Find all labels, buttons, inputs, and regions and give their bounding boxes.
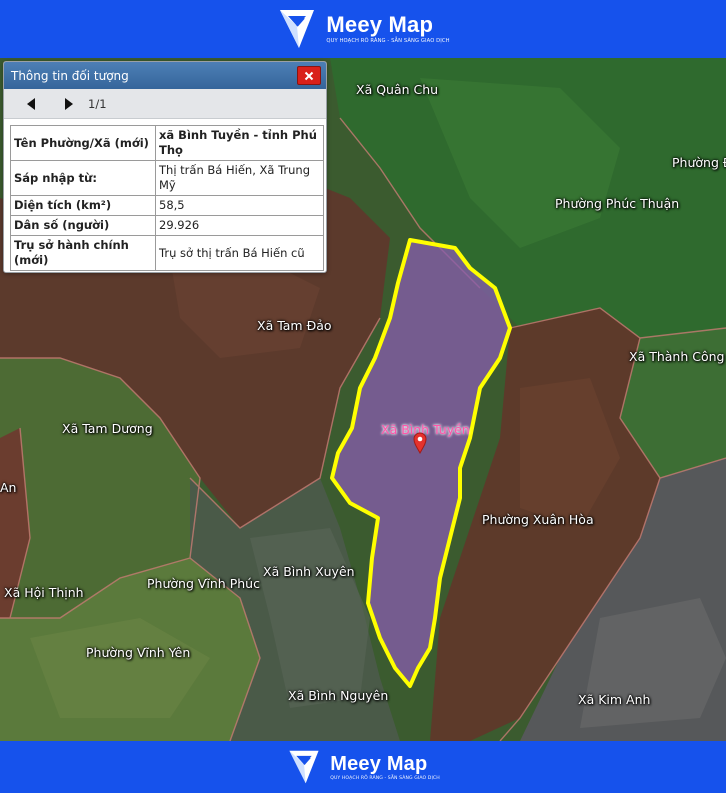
table-row: Diện tích (km²) 58,5 [10, 195, 324, 216]
brand-name: Meey Map [326, 12, 434, 37]
close-icon [304, 71, 314, 80]
brand-logo: Meey Map QUY HOẠCH RÕ RÀNG - SẴN SÀNG GI… [286, 747, 440, 787]
meey-map-logo-icon [289, 750, 319, 784]
table-row: Sáp nhập từ: Thị trấn Bá Hiến, Xã Trung … [10, 160, 324, 196]
map-label: Xã Tam Đảo [257, 318, 332, 333]
map-label: Xã Thành Công [629, 349, 725, 364]
map-label: Phường Vĩnh Phúc [147, 576, 260, 591]
attribute-value: 29.926 [155, 215, 324, 236]
previous-button[interactable] [18, 93, 44, 115]
brand-tagline: QUY HOẠCH RÕ RÀNG - SẴN SÀNG GIAO DỊCH [330, 775, 440, 781]
table-row: Tên Phường/Xã (mới) xã Bình Tuyền - tỉnh… [10, 125, 324, 161]
attribute-key: Dân số (người) [10, 215, 156, 236]
panel-title: Thông tin đối tượng [11, 68, 129, 83]
map-label: Xã Bình Nguyên [288, 688, 389, 703]
close-button[interactable] [297, 66, 321, 85]
next-button[interactable] [56, 93, 82, 115]
attribute-key: Diện tích (km²) [10, 195, 156, 216]
brand-logo: Meey Map QUY HOẠCH RÕ RÀNG - SẴN SÀNG GI… [276, 6, 449, 52]
attribute-value: 58,5 [155, 195, 324, 216]
map-label: Xã Bình Xuyên [263, 564, 355, 579]
table-row: Trụ sở hành chính (mới) Trụ sở thị trấn … [10, 235, 324, 271]
location-pin-icon[interactable] [413, 432, 427, 454]
table-row: Dân số (người) 29.926 [10, 215, 324, 236]
map-label: Xã Hội Thịnh [4, 585, 84, 600]
panel-header: Thông tin đối tượng [4, 62, 326, 89]
map-label: An [0, 480, 17, 495]
map-label: Phường Phúc Thuận [555, 196, 680, 211]
attribute-table: Tên Phường/Xã (mới) xã Bình Tuyền - tỉnh… [10, 125, 324, 271]
pagination-bar: 1/1 [4, 89, 326, 119]
brand-tagline: QUY HOẠCH RÕ RÀNG - SẴN SÀNG GIAO DỊCH [326, 38, 450, 44]
map-label: Phường Đ [672, 155, 726, 170]
map-label: Phường Xuân Hòa [482, 512, 594, 527]
map-label: Xã Kim Anh [578, 692, 651, 707]
map-label: Phường Vĩnh Yên [86, 645, 191, 660]
meey-map-logo-icon [280, 10, 315, 48]
triangle-right-icon [65, 97, 73, 110]
attribute-value: Trụ sở thị trấn Bá Hiến cũ [155, 235, 324, 271]
top-banner: Meey Map QUY HOẠCH RÕ RÀNG - SẴN SÀNG GI… [0, 0, 726, 58]
attribute-value: xã Bình Tuyền - tỉnh Phú Thọ [155, 125, 324, 161]
map-label: Xã Quân Chu [356, 82, 439, 97]
map-label: Xã Tam Dương [62, 421, 153, 436]
feature-info-panel: Thông tin đối tượng 1/1 Tên Phường/Xã (m… [3, 61, 327, 273]
brand-name: Meey Map [330, 752, 428, 775]
page-counter: 1/1 [88, 96, 107, 111]
bottom-banner: Meey Map QUY HOẠCH RÕ RÀNG - SẴN SÀNG GI… [0, 741, 726, 793]
attribute-key: Tên Phường/Xã (mới) [10, 125, 156, 161]
attribute-key: Trụ sở hành chính (mới) [10, 235, 156, 271]
attribute-value: Thị trấn Bá Hiến, Xã Trung Mỹ [155, 160, 324, 196]
triangle-left-icon [27, 97, 35, 110]
attribute-key: Sáp nhập từ: [10, 160, 156, 196]
